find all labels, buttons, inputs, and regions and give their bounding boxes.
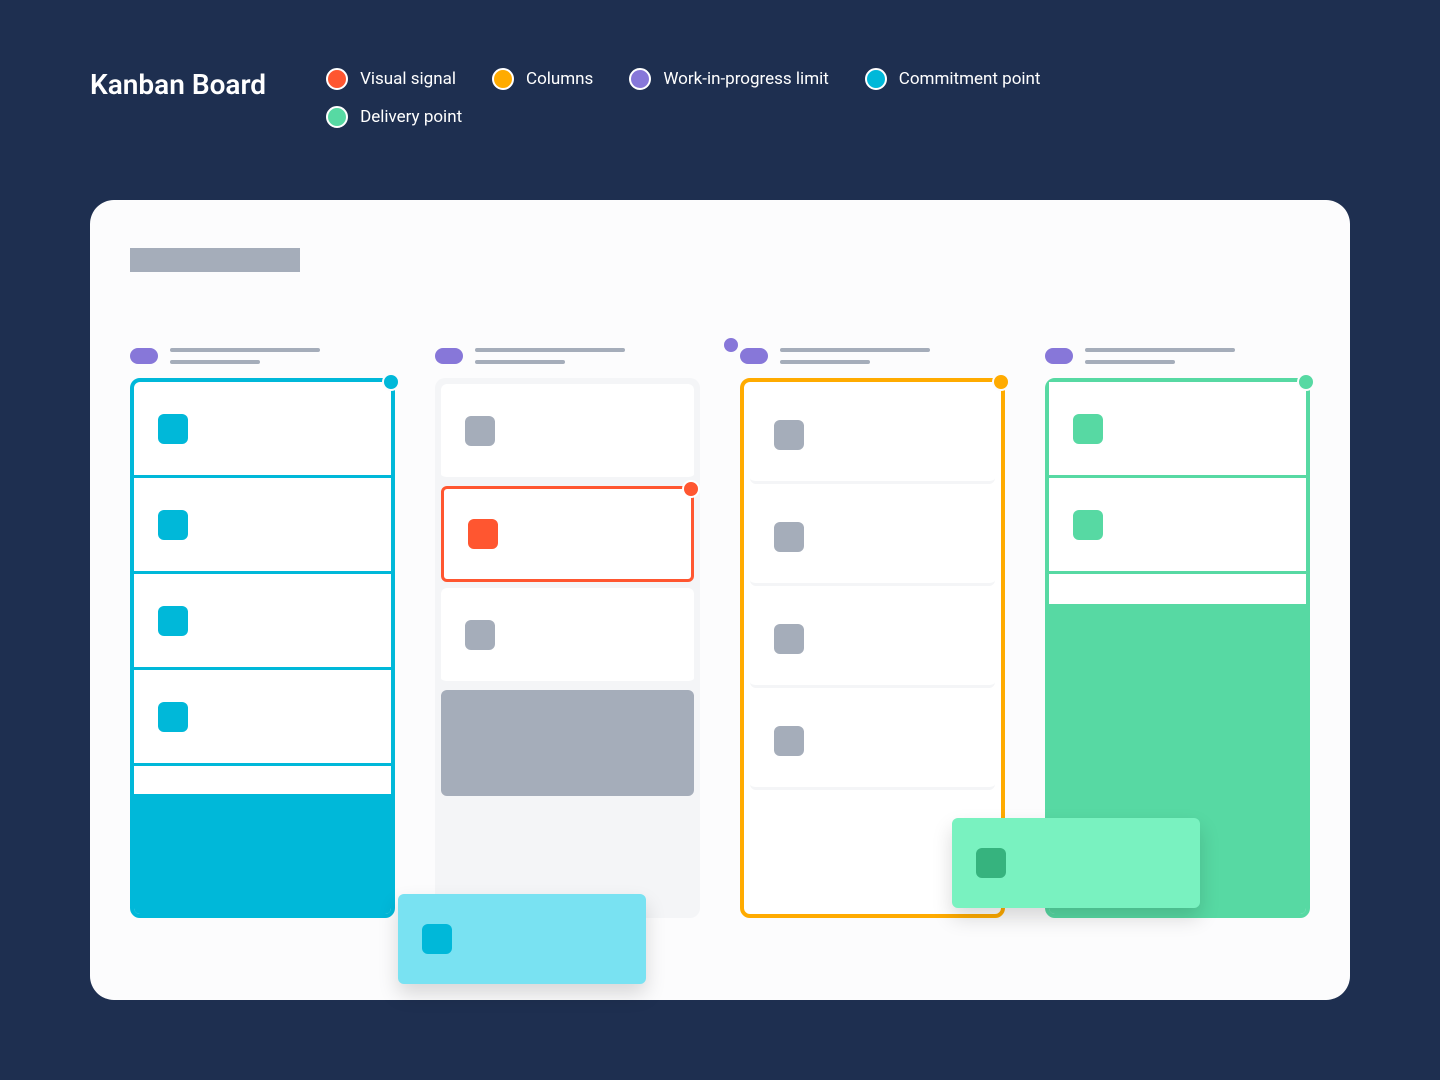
legend-label: Work-in-progress limit: [663, 69, 828, 89]
wip-chip-icon: [435, 348, 463, 364]
card-icon: [774, 726, 804, 756]
kanban-card[interactable]: [134, 382, 391, 478]
kanban-card[interactable]: [1049, 478, 1306, 574]
legend-item-wip-limit: Work-in-progress limit: [629, 68, 828, 90]
column-box[interactable]: [130, 378, 395, 918]
kanban-card[interactable]: [441, 384, 694, 480]
wip-limit-callout-icon: [722, 336, 740, 354]
kanban-card[interactable]: [134, 574, 391, 670]
dragging-card[interactable]: [398, 894, 646, 984]
board-title-placeholder: [130, 248, 300, 272]
legend-dot-icon: [492, 68, 514, 90]
card-icon: [422, 924, 452, 954]
legend-label: Visual signal: [360, 69, 456, 89]
legend-item-columns: Columns: [492, 68, 593, 90]
card-icon: [158, 414, 188, 444]
legend-item-commitment-point: Commitment point: [865, 68, 1041, 90]
kanban-card[interactable]: [134, 478, 391, 574]
legend-dot-icon: [865, 68, 887, 90]
column-commitment: [130, 348, 395, 918]
wip-chip-icon: [740, 348, 768, 364]
column-fill: [134, 794, 391, 914]
kanban-card[interactable]: [134, 670, 391, 766]
delivery-point-icon: [1297, 373, 1315, 391]
kanban-card[interactable]: [441, 588, 694, 684]
legend: Visual signal Columns Work-in-progress l…: [326, 68, 1146, 128]
legend-item-visual-signal: Visual signal: [326, 68, 456, 90]
commitment-point-icon: [382, 373, 400, 391]
column-generic: [435, 348, 700, 918]
columns-marker-icon: [992, 373, 1010, 391]
card-icon: [468, 519, 498, 549]
card-icon: [774, 624, 804, 654]
column-title-placeholder: [475, 348, 700, 364]
column-header: [1045, 348, 1310, 364]
drop-target[interactable]: [441, 690, 694, 796]
card-icon: [158, 606, 188, 636]
column-title-placeholder: [780, 348, 1005, 364]
column-header: [740, 348, 1005, 364]
kanban-card[interactable]: [1049, 382, 1306, 478]
column-title-placeholder: [170, 348, 395, 364]
card-icon: [158, 702, 188, 732]
column-box[interactable]: [435, 378, 700, 918]
legend-dot-icon: [326, 68, 348, 90]
wip-chip-icon: [1045, 348, 1073, 364]
visual-signal-icon: [682, 480, 700, 498]
kanban-card[interactable]: [750, 490, 995, 586]
kanban-card[interactable]: [750, 592, 995, 688]
card-icon: [774, 522, 804, 552]
legend-label: Commitment point: [899, 69, 1041, 89]
legend-label: Delivery point: [360, 107, 462, 127]
wip-chip-icon: [130, 348, 158, 364]
dragging-card[interactable]: [952, 818, 1200, 908]
legend-dot-icon: [629, 68, 651, 90]
card-icon: [976, 848, 1006, 878]
legend-label: Columns: [526, 69, 593, 89]
card-icon: [1073, 414, 1103, 444]
column-title-placeholder: [1085, 348, 1310, 364]
card-icon: [158, 510, 188, 540]
kanban-card[interactable]: [750, 388, 995, 484]
kanban-board-panel: [90, 200, 1350, 1000]
column-header: [435, 348, 700, 364]
kanban-card-visual-signal[interactable]: [441, 486, 694, 582]
kanban-card[interactable]: [750, 694, 995, 790]
card-icon: [465, 620, 495, 650]
legend-item-delivery-point: Delivery point: [326, 106, 462, 128]
legend-dot-icon: [326, 106, 348, 128]
header: Kanban Board Visual signal Columns Work-…: [0, 0, 1440, 128]
card-icon: [774, 420, 804, 450]
card-icon: [465, 416, 495, 446]
card-icon: [1073, 510, 1103, 540]
page-title: Kanban Board: [90, 68, 266, 101]
column-header: [130, 348, 395, 364]
